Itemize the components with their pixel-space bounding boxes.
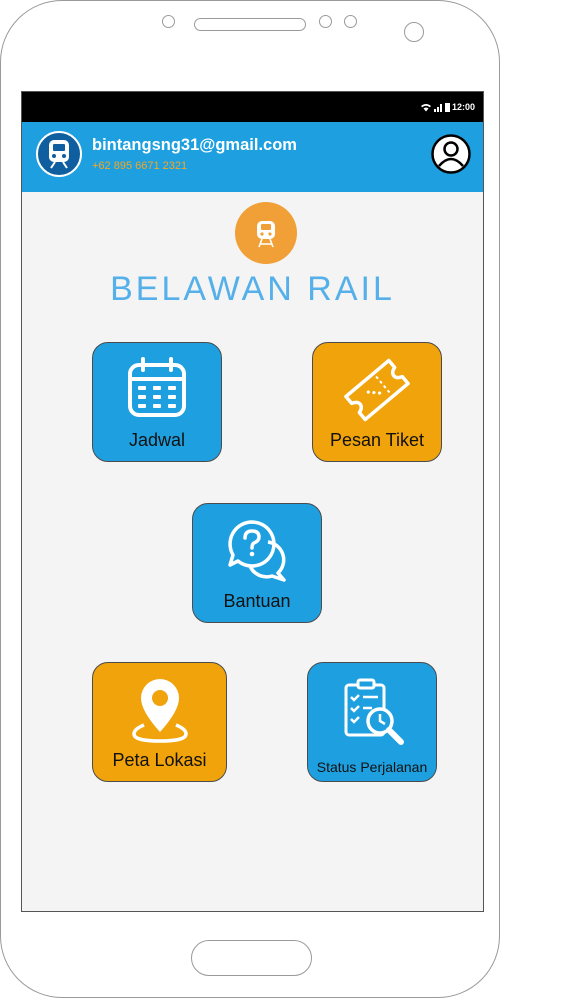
help-chat-icon: [228, 520, 286, 582]
user-phone: +62 895 6671 2321: [92, 160, 188, 172]
peta-lokasi-label: Peta Lokasi: [112, 750, 207, 770]
bantuan-label: Bantuan: [223, 591, 291, 611]
jadwal-button[interactable]: Jadwal: [92, 342, 222, 462]
ticket-icon: [344, 358, 410, 422]
status-perjalanan-button[interactable]: Status Perjalanan: [307, 662, 437, 782]
brand-title: BELAWAN RAIL: [110, 270, 395, 308]
pesan-tiket-label: Pesan Tiket: [329, 430, 425, 450]
app-screen: 12:00 bintangsng31@gmail.com +62 895 667…: [21, 91, 484, 912]
app-header: bintangsng31@gmail.com +62 895 6671 2321: [22, 122, 483, 192]
sensor-dot: [344, 15, 357, 28]
jadwal-label: Jadwal: [128, 430, 186, 450]
phone-frame: 12:00 bintangsng31@gmail.com +62 895 667…: [0, 0, 500, 998]
status-time: 12:00: [451, 102, 475, 112]
front-camera: [404, 22, 424, 42]
battery-icon: [444, 102, 450, 112]
sensor-dot: [319, 15, 332, 28]
search-document-icon: [344, 678, 404, 745]
brand-logo: [235, 202, 297, 264]
user-email: bintangsng31@gmail.com: [92, 136, 297, 154]
sensor-dot: [162, 15, 175, 28]
calendar-icon: [128, 357, 186, 417]
status-bar: 12:00: [22, 92, 483, 122]
wifi-icon: [420, 103, 431, 111]
status-icons: 12:00: [420, 102, 475, 112]
train-icon: [257, 221, 275, 248]
profile-icon[interactable]: [431, 134, 471, 174]
signal-icon: [433, 103, 442, 112]
train-icon: [49, 140, 69, 169]
peta-lokasi-button[interactable]: Peta Lokasi: [92, 662, 227, 782]
pesan-tiket-button[interactable]: Pesan Tiket: [312, 342, 442, 462]
location-pin-icon: [131, 679, 188, 743]
user-avatar[interactable]: [36, 131, 82, 177]
home-button[interactable]: [191, 940, 312, 976]
speaker-grille: [194, 18, 306, 31]
bantuan-button[interactable]: Bantuan: [192, 503, 322, 623]
status-perjalanan-label: Status Perjalanan: [316, 759, 428, 775]
